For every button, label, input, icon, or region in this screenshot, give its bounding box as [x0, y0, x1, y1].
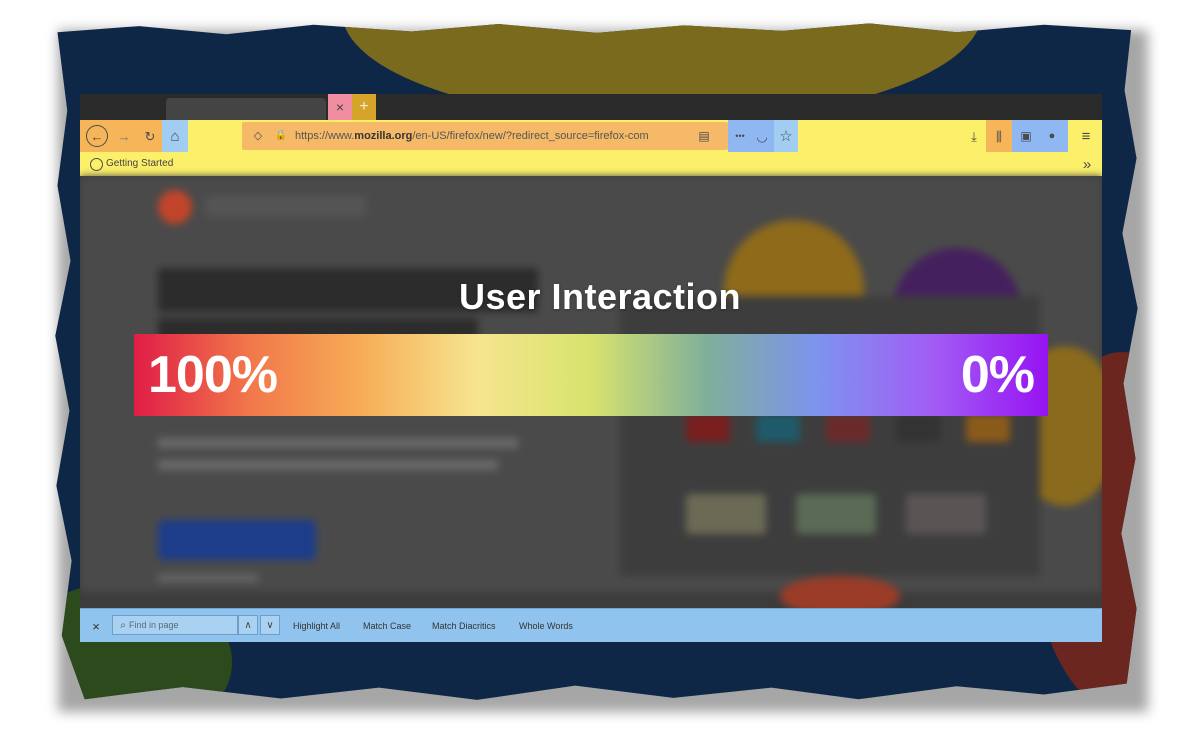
find-previous-button[interactable]: ∧: [238, 615, 258, 635]
find-whole-words[interactable]: Whole Words: [519, 609, 573, 642]
tile: [796, 494, 876, 534]
tab[interactable]: [166, 98, 326, 120]
lock-icon[interactable]: 🔒: [274, 126, 288, 146]
scale-right-label: 0%: [960, 346, 1035, 404]
bookmark-getting-started[interactable]: Getting Started: [106, 152, 173, 176]
sidebar-account-highlight: ▣ ●: [1012, 120, 1068, 152]
paragraph-placeholder: [158, 460, 498, 470]
find-match-case[interactable]: Match Case: [363, 609, 411, 642]
find-close-button[interactable]: ×: [88, 618, 104, 634]
find-highlight-all[interactable]: Highlight All: [293, 609, 340, 642]
brand-placeholder: [206, 196, 366, 216]
menu-icon[interactable]: ≡: [1076, 126, 1096, 146]
tile: [906, 494, 986, 534]
bookmarks-overflow-icon[interactable]: »: [1078, 154, 1096, 174]
paragraph-placeholder: [158, 438, 518, 448]
bookmark-star-button[interactable]: ☆: [774, 120, 798, 152]
back-button[interactable]: ←: [86, 125, 108, 147]
more-actions-icon[interactable]: •••: [730, 126, 750, 146]
tile: [826, 414, 870, 442]
plus-icon: +: [359, 98, 369, 115]
page-actions-highlight: ••• ◡: [728, 120, 774, 152]
download-icon[interactable]: ⤓: [964, 126, 984, 146]
tile: [966, 414, 1010, 442]
tile: [896, 414, 940, 442]
find-input-wrapper: ⌕: [112, 615, 238, 635]
home-button[interactable]: ⌂: [162, 120, 188, 152]
tab-close-button[interactable]: ×: [328, 94, 352, 120]
sidebar-icon[interactable]: ▣: [1016, 126, 1036, 146]
find-next-button[interactable]: ∨: [260, 615, 280, 635]
url-bar[interactable]: ◇ 🔒 https://www.mozilla.org/en-US/firefo…: [242, 122, 728, 150]
tile: [756, 414, 800, 442]
small-text-placeholder: [158, 574, 258, 582]
library-button[interactable]: ⫼: [986, 120, 1012, 152]
shield-icon[interactable]: ◇: [250, 126, 266, 146]
navigation-toolbar: ← → ↻ ⌂ ◇ 🔒 https://www.mozilla.org/en-U…: [80, 120, 1102, 152]
library-icon: ⫼: [996, 128, 1002, 144]
globe-icon: [90, 158, 103, 171]
reader-view-icon[interactable]: ▤: [694, 126, 714, 146]
firefox-logo: [158, 190, 192, 224]
scale-left-label: 100%: [148, 346, 278, 404]
reload-button[interactable]: ↻: [140, 126, 160, 146]
find-match-diacritics[interactable]: Match Diacritics: [432, 609, 496, 642]
tile: [686, 414, 730, 442]
tab-strip: × +: [80, 94, 1102, 120]
close-icon: ×: [335, 99, 345, 115]
forward-button[interactable]: →: [114, 126, 134, 146]
overlay-title: User Interaction: [458, 276, 742, 317]
pocket-icon[interactable]: ◡: [752, 126, 772, 146]
home-icon: ⌂: [170, 127, 180, 145]
bookmarks-toolbar: Getting Started »: [80, 152, 1102, 176]
find-input[interactable]: [129, 616, 233, 634]
new-tab-button[interactable]: +: [352, 94, 376, 120]
url-text[interactable]: https://www.mozilla.org/en-US/firefox/ne…: [295, 124, 649, 148]
account-icon[interactable]: ●: [1042, 126, 1062, 146]
tile: [686, 494, 766, 534]
search-icon: ⌕: [120, 619, 126, 631]
download-button-placeholder: [158, 520, 316, 560]
star-icon: ☆: [779, 127, 793, 145]
find-bar: × ⌕ ∧ ∨ Highlight All Match Case Match D…: [80, 608, 1102, 642]
